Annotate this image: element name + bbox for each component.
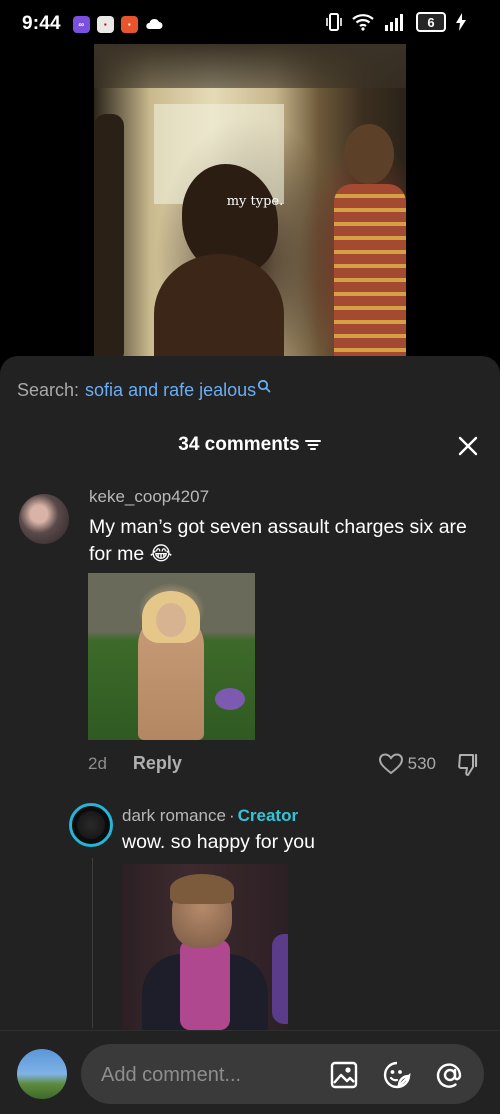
notification-icons: ∞ ▪ ▪ bbox=[72, 15, 163, 33]
video-man-head bbox=[344, 124, 394, 184]
reply-text: wow. so happy for you bbox=[122, 831, 315, 853]
close-icon[interactable] bbox=[456, 434, 480, 458]
gif-purple-object bbox=[272, 934, 288, 1024]
reply-user-line: dark romance · Creator bbox=[122, 806, 298, 826]
reply-separator: · bbox=[228, 806, 235, 825]
comment-placeholder: Add comment... bbox=[101, 1064, 242, 1086]
avatar[interactable] bbox=[19, 494, 69, 544]
heart-icon bbox=[378, 753, 403, 775]
infinity-app-icon: ∞ bbox=[72, 15, 90, 33]
comment-text: My man’s got seven assault charges six a… bbox=[89, 516, 467, 565]
thread-line bbox=[92, 858, 93, 1028]
video-caption: my type. bbox=[226, 194, 284, 209]
comments-count: 34 comments bbox=[178, 434, 300, 455]
sticker-icon[interactable] bbox=[382, 1060, 412, 1090]
gif-face bbox=[156, 603, 186, 637]
search-prefix: Search: bbox=[17, 380, 80, 400]
comment-gif[interactable] bbox=[88, 573, 255, 740]
comment-input[interactable]: Add comment... bbox=[81, 1044, 484, 1104]
video-man-shirt bbox=[334, 184, 406, 360]
signal-icon bbox=[385, 14, 403, 31]
video-person-left bbox=[94, 114, 124, 360]
status-right: 6 bbox=[326, 12, 466, 32]
comment-composer: Add comment... bbox=[0, 1030, 500, 1114]
sort-filter-icon[interactable] bbox=[304, 438, 322, 452]
status-bar: 9:44 ∞ ▪ ▪ 6 bbox=[0, 0, 500, 48]
comment-meta: 2d Reply bbox=[88, 753, 182, 774]
image-icon[interactable] bbox=[329, 1060, 359, 1090]
like-button[interactable]: 530 bbox=[378, 752, 436, 776]
comments-header: 34 comments bbox=[0, 434, 500, 456]
search-query-link[interactable]: sofia and rafe jealous bbox=[85, 380, 256, 401]
search-suggestion[interactable]: Search: sofia and rafe jealous bbox=[17, 379, 271, 401]
creator-avatar[interactable] bbox=[69, 803, 113, 847]
reply-button[interactable]: Reply bbox=[133, 753, 182, 774]
like-count: 530 bbox=[407, 754, 436, 773]
wifi-icon bbox=[352, 14, 374, 31]
reply-username[interactable]: dark romance bbox=[122, 806, 226, 826]
video-woman-body bbox=[154, 254, 284, 360]
creator-badge: Creator bbox=[237, 806, 299, 825]
comment-username[interactable]: keke_coop4207 bbox=[89, 487, 209, 507]
gif-hair bbox=[170, 874, 234, 904]
battery-indicator: 6 bbox=[416, 12, 446, 32]
vibrate-icon bbox=[326, 13, 342, 31]
sale-app-icon: ▪ bbox=[96, 15, 114, 33]
search-icon bbox=[258, 379, 271, 392]
gif-scarf bbox=[180, 940, 230, 1030]
mention-icon[interactable] bbox=[435, 1060, 465, 1090]
reply-gif[interactable] bbox=[122, 864, 288, 1030]
shopping-app-icon: ▪ bbox=[120, 15, 138, 33]
cloud-icon bbox=[146, 18, 163, 29]
comment-age: 2d bbox=[88, 753, 107, 773]
comments-sheet: Search: sofia and rafe jealous 34 commen… bbox=[0, 356, 500, 1114]
status-time: 9:44 bbox=[22, 13, 61, 34]
thumbs-down-icon[interactable] bbox=[456, 752, 482, 778]
gif-flowers bbox=[215, 688, 245, 710]
my-avatar[interactable] bbox=[17, 1049, 67, 1099]
video-frame-top bbox=[94, 44, 406, 88]
video-player[interactable]: my type. bbox=[94, 44, 406, 360]
charging-icon bbox=[456, 13, 466, 31]
